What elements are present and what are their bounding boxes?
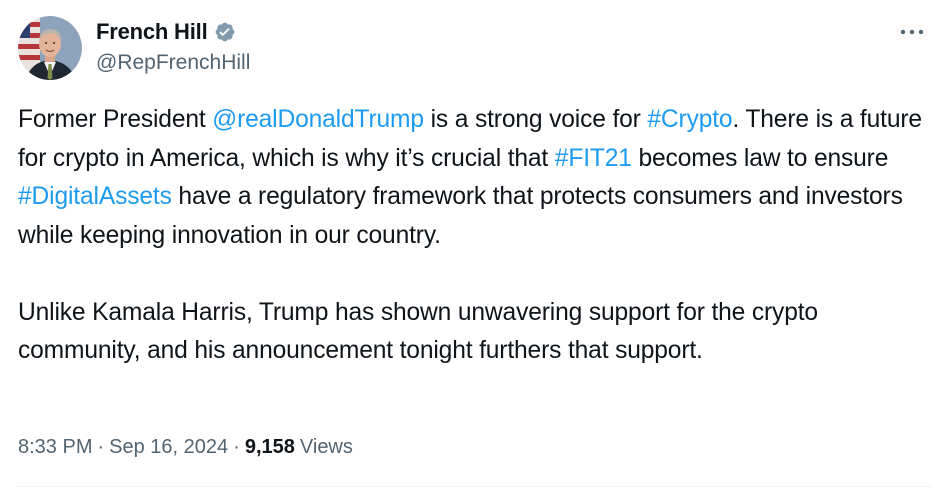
tweet-paragraph-1: Former President @realDonaldTrump is a s… xyxy=(18,101,933,255)
tweet-text-segment: is a strong voice for xyxy=(423,106,648,133)
author-name-row: French Hill xyxy=(96,17,236,47)
avatar[interactable] xyxy=(18,16,82,80)
hashtag-link[interactable]: #FIT21 xyxy=(555,145,632,172)
views-count: 9,158 xyxy=(244,436,295,458)
tweet-time[interactable]: 8:33 PM xyxy=(18,436,92,459)
tweet-text-segment: Former President xyxy=(18,106,213,133)
tweet-card: French Hill @RepFrenchHill Former Presid… xyxy=(0,0,950,494)
meta-separator: · xyxy=(233,436,240,458)
divider xyxy=(18,486,932,487)
tweet-meta: 8:33 PM · Sep 16, 2024 · 9,158 Views xyxy=(18,436,353,459)
views-label: Views xyxy=(299,436,353,458)
author-handle[interactable]: @RepFrenchHill xyxy=(96,51,250,75)
verified-badge-icon[interactable] xyxy=(214,21,236,43)
avatar-image xyxy=(18,16,82,80)
meta-separator: · xyxy=(97,436,105,458)
tweet-date[interactable]: Sep 16, 2024 xyxy=(109,436,228,459)
tweet-paragraph-2: Unlike Kamala Harris, Trump has shown un… xyxy=(18,298,818,365)
tweet-text-segment: becomes law to ensure xyxy=(631,144,889,172)
author-display-name[interactable]: French Hill xyxy=(96,19,208,45)
more-options-button[interactable] xyxy=(898,24,926,40)
hashtag-link[interactable]: #Crypto xyxy=(647,106,732,133)
hashtag-link[interactable]: #DigitalAssets xyxy=(18,183,172,210)
more-horizontal-icon xyxy=(900,29,924,35)
mention-link[interactable]: @realDonaldTrump xyxy=(212,106,424,133)
tweet-text: Former President @realDonaldTrump is a s… xyxy=(18,101,933,371)
